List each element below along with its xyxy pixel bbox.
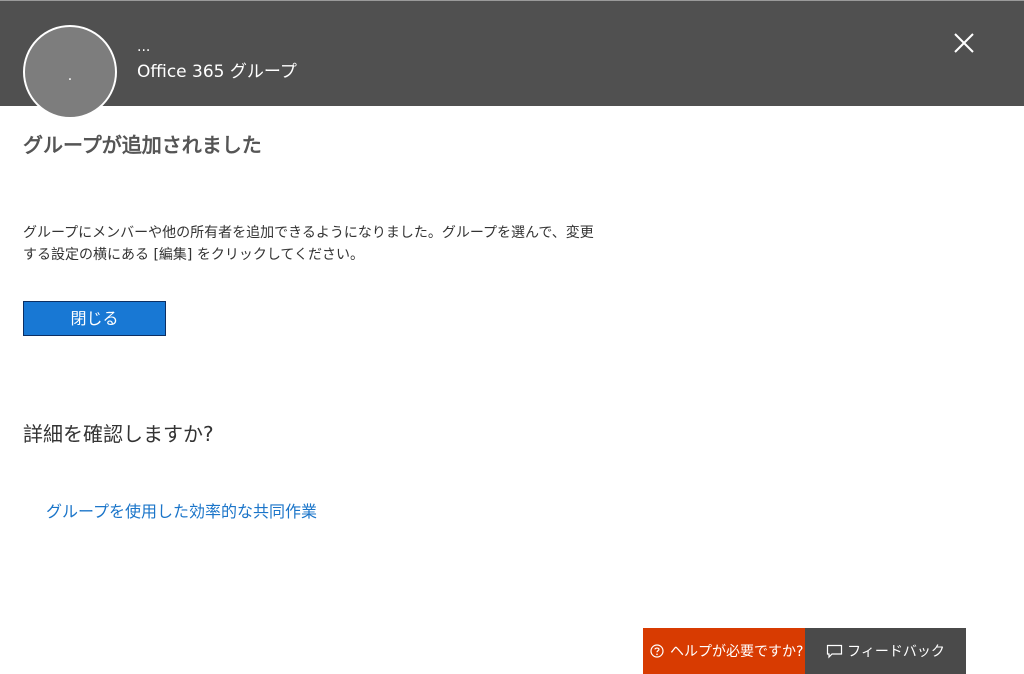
close-button[interactable]: 閉じる [23, 301, 166, 336]
close-icon [954, 33, 974, 53]
group-added-panel: ... Office 365 グループ . グループが追加されました グループに… [0, 0, 1024, 674]
collaboration-link[interactable]: グループを使用した効率的な共同作業 [46, 500, 317, 524]
description-text: グループにメンバーや他の所有者を追加できるようになりました。グループを選んで、変… [23, 225, 594, 263]
page-title: グループが追加されました [23, 133, 262, 157]
avatar-initial: . [67, 68, 73, 84]
learn-more-heading: 詳細を確認しますか? [23, 422, 214, 446]
group-avatar: . [23, 25, 117, 119]
speech-bubble-icon [826, 644, 843, 659]
feedback-button[interactable]: フィードバック [805, 628, 966, 674]
panel-header: ... Office 365 グループ [0, 0, 1024, 106]
close-panel-button[interactable] [951, 30, 977, 56]
group-type-label: Office 365 グループ [137, 62, 297, 82]
group-name: ... [137, 39, 151, 55]
help-label: ヘルプが必要ですか? [670, 644, 804, 660]
help-button[interactable]: ヘルプが必要ですか? [643, 628, 805, 674]
question-circle-icon [650, 644, 664, 658]
feedback-label: フィードバック [847, 644, 945, 660]
